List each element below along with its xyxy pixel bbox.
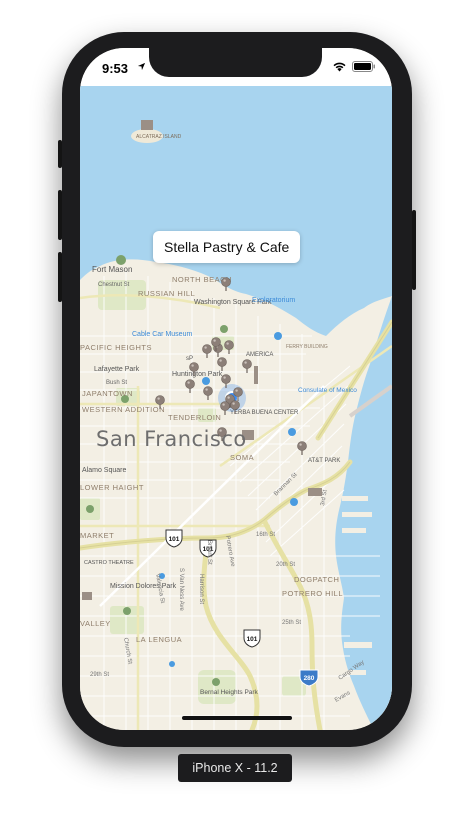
map-label: Lafayette Park [94,366,140,373]
phone-screen: 9:53 101 101 101 280 ALCATRAZ ISLAND For… [80,48,392,730]
map-label: TENDERLOIN [168,413,221,422]
status-icons [332,61,376,72]
map-label: YERBA BUENA CENTER [230,410,299,416]
volume-up-button [58,190,62,240]
map-label: Chestnut St [98,282,130,288]
wifi-icon [333,62,346,71]
map-label: FERRY BUILDING [286,344,328,350]
map-label: PACIFIC HEIGHTS [80,343,152,352]
map-label: AMERICA [246,352,273,358]
map-label: 20th St [276,562,295,568]
map-label: Alamo Square [82,467,126,474]
map-label: SOMA [230,453,254,462]
map-label: Fort Mason [92,265,132,274]
mute-switch [58,140,62,168]
map-label: Bush St [106,380,127,386]
map-label: POTRERO HILL [282,589,343,598]
map-label: WESTERN ADDITION [82,405,165,414]
map-label: 29th St [90,672,109,678]
battery-icon [352,61,375,72]
map-label: ALCATRAZ ISLAND [136,134,182,140]
svg-text:101: 101 [247,636,258,643]
map-label: Harrison St [198,574,204,604]
map-label: 16th St [256,532,275,538]
map-label: Cable Car Museum [132,331,192,338]
power-button [412,210,416,290]
notch [149,48,322,77]
map-label: LOWER HAIGHT [80,483,144,492]
map-label: S Van Ness Ave [178,568,184,611]
shield-101-c: 101 [243,629,261,648]
map-label: JAPANTOWN [82,389,133,398]
status-time: 9:53 [102,61,129,76]
map-view[interactable]: 101 101 101 280 ALCATRAZ ISLAND Fort Mas… [80,86,392,730]
map-label: Bryant St [206,540,212,565]
map-label: 25th St [282,620,301,626]
map-label: Huntington Park [172,371,223,378]
map-label: RUSSIAN HILL [138,289,195,298]
map-label: LA LENGUA [136,635,182,644]
place-callout[interactable]: Stella Pastry & Cafe [153,231,301,263]
svg-text:101: 101 [169,536,180,543]
simulator-device-label: iPhone X - 11.2 [178,754,292,782]
map-label: AT&T PARK [308,458,340,464]
map-label: sP [186,356,193,362]
home-indicator[interactable] [182,716,292,720]
map-label: Bernal Heights Park [200,689,259,696]
shield-101-a: 101 [165,529,183,548]
map-label: VALLEY [80,619,111,628]
volume-down-button [58,252,62,302]
map-label: DOGPATCH [294,575,339,584]
map-label: Mission Dolores Park [110,583,177,590]
map-label: Exploratorium [252,297,295,304]
location-arrow-icon [137,62,146,71]
map-label: CASTRO THEATRE [84,560,134,566]
map-label: MARKET [80,531,114,540]
map-label: Consulate of Mexico [298,387,357,394]
svg-text:280: 280 [304,675,315,682]
